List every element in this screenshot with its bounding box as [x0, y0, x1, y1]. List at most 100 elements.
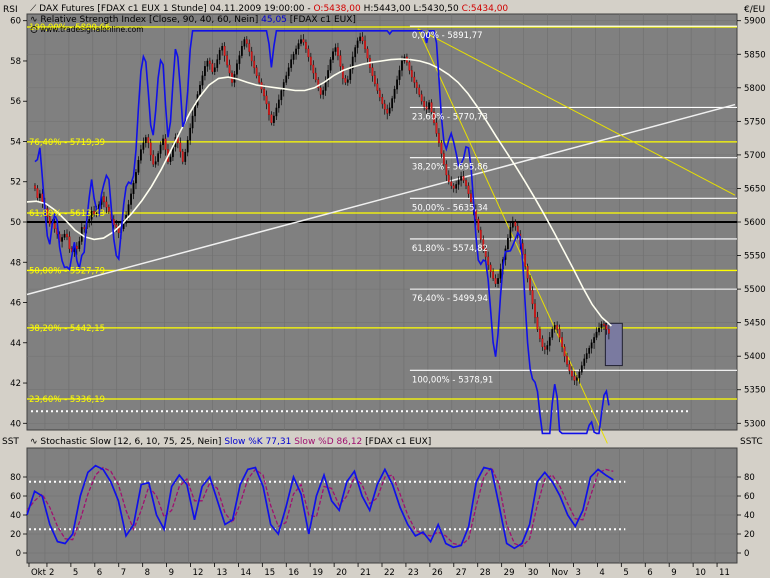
price-tick-label: 5800 — [744, 84, 766, 94]
stoch-tick-label-left: 60 — [10, 492, 21, 502]
candle-body — [364, 40, 366, 50]
candle-body — [218, 50, 221, 60]
candle-body — [477, 219, 480, 231]
header-date: 04.11.2009 19:00:00 — [210, 4, 305, 14]
candle-body — [189, 127, 192, 141]
stoch-tick-label-left: 0 — [16, 549, 21, 559]
candle-body — [398, 70, 401, 80]
stoch-tick-label-left: 40 — [10, 511, 21, 521]
svg-text:⟋ DAX Futures [FDAX c1 EUX 1: ⟋ DAX Futures [FDAX c1 EUX 1 Stunde] 04.… — [30, 4, 508, 14]
candle-body — [447, 174, 450, 182]
candle-body — [309, 56, 312, 66]
candle-body — [258, 75, 261, 83]
candle-body — [514, 221, 517, 227]
candle-body — [438, 133, 440, 144]
rsi-tick-label: 60 — [10, 17, 21, 27]
candle-body — [204, 66, 206, 76]
candle-body — [499, 268, 502, 279]
price-tick-label: 5600 — [744, 218, 766, 228]
candle-body — [435, 122, 438, 134]
candle-body — [226, 55, 228, 66]
fib-label-right: 0,00% - 5891,77 — [412, 31, 483, 41]
candle-body — [413, 76, 416, 83]
header-high: H:5443,00 — [364, 4, 411, 14]
candle-body — [201, 75, 204, 86]
stoch-icon: ∿ — [30, 437, 40, 447]
candle-body — [593, 337, 595, 343]
candle-body — [430, 102, 433, 113]
candle-body — [322, 90, 325, 95]
candle-body — [603, 323, 605, 326]
header-open: O:5438,00 — [314, 4, 361, 14]
candle-body — [268, 103, 270, 115]
date-tick-label: 16 — [288, 568, 299, 578]
price-tick-label: 5900 — [744, 17, 766, 27]
candle-body — [154, 161, 157, 165]
candle-body — [75, 245, 78, 250]
fib-label-left: 61,80% - 5613,43 — [29, 209, 105, 219]
date-tick-label: 21 — [360, 568, 371, 578]
candle-body — [583, 358, 586, 366]
candle-body — [132, 182, 135, 195]
date-tick-label: 15 — [264, 568, 275, 578]
candle-body — [529, 278, 531, 291]
candle-body — [107, 207, 110, 212]
date-tick-label: 13 — [216, 568, 227, 578]
price-tick-label: 5650 — [744, 184, 766, 194]
candle-body — [241, 46, 243, 56]
candle-body — [122, 223, 125, 229]
candle-body — [558, 329, 561, 338]
candle-body — [255, 67, 258, 76]
price-tick-label: 5750 — [744, 117, 766, 127]
candle-body — [83, 227, 86, 229]
candle-body — [280, 90, 283, 101]
candle-body — [228, 64, 231, 74]
stochastic-header: ∿ Stochastic Slow [12, 6, 10, 75, 25, Ne… — [30, 437, 431, 447]
date-tick-label: 9 — [169, 568, 174, 578]
candle-body — [396, 79, 398, 90]
fib-label-right: 100,00% - 5378,91 — [412, 375, 493, 385]
candle-body — [339, 55, 342, 67]
candle-body — [374, 75, 376, 84]
fib-label-right: 50,00% - 5635,34 — [412, 203, 488, 213]
candle-body — [211, 63, 214, 72]
candle-body — [428, 102, 430, 110]
candle-body — [548, 337, 551, 346]
fib-label-left: 23,60% - 5336,19 — [29, 395, 105, 405]
candle-body — [307, 48, 310, 58]
candle-body — [184, 152, 187, 162]
candle-body — [341, 66, 344, 79]
date-tick-label: 14 — [240, 568, 251, 578]
candle-body — [452, 185, 455, 189]
candle-body — [386, 109, 389, 114]
stochastic-panel-background — [26, 447, 738, 564]
watermark-text: www.tradesignalonline.com — [40, 25, 144, 34]
stoch-tick-label-right: 40 — [744, 511, 755, 521]
candle-body — [531, 290, 534, 305]
candle-body — [169, 156, 172, 162]
stoch-d-label: Slow %D 86,12 — [294, 437, 362, 447]
candle-body — [130, 193, 132, 205]
instrument-title: DAX Futures [FDAX c1 EUX 1 Stunde] — [39, 4, 207, 14]
candle-body — [250, 51, 253, 62]
candle-body — [507, 237, 509, 250]
candle-body — [295, 48, 297, 55]
date-tick-label: 3 — [575, 568, 580, 578]
candle-body — [366, 48, 369, 59]
rsi-tick-label: 56 — [10, 97, 21, 107]
candle-body — [152, 154, 155, 165]
date-tick-label: Nov — [552, 568, 569, 578]
candle-body — [494, 278, 497, 284]
candle-body — [588, 347, 591, 354]
candle-body — [546, 345, 549, 350]
candle-body — [287, 67, 290, 76]
candle-body — [573, 376, 576, 381]
candle-body — [199, 84, 201, 95]
candle-body — [103, 196, 105, 203]
candle-body — [305, 41, 307, 50]
candle-body — [238, 55, 241, 64]
date-tick-label: 29 — [504, 568, 515, 578]
date-tick-label: 5 — [73, 568, 78, 578]
candle-body — [66, 233, 68, 237]
candle-body — [319, 87, 322, 95]
